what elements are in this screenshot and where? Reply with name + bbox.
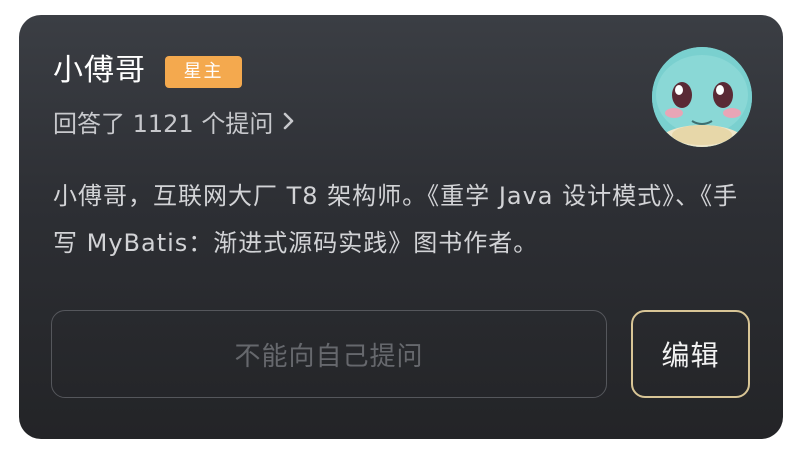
avatar[interactable] <box>652 47 752 147</box>
profile-bio: 小傅哥，互联网大厂 T8 架构师。《重学 Java 设计模式》、《手写 MyBa… <box>53 182 739 257</box>
user-name: 小傅哥 <box>53 53 146 88</box>
answers-count-text: 回答了 1121 个提问 <box>53 109 274 138</box>
status-badge: 星主 <box>165 56 242 88</box>
chevron-right-icon <box>281 110 297 132</box>
edit-button[interactable]: 编辑 <box>631 310 750 398</box>
profile-card: 小傅哥 星主 回答了 1121 个提问 小傅哥，互联网大厂 T8 架构师。《重学… <box>19 15 783 439</box>
answers-link[interactable]: 回答了 1121 个提问 <box>53 105 297 138</box>
ask-question-placeholder: 不能向自己提问 <box>234 341 424 372</box>
ask-question-input[interactable]: 不能向自己提问 <box>51 310 607 398</box>
